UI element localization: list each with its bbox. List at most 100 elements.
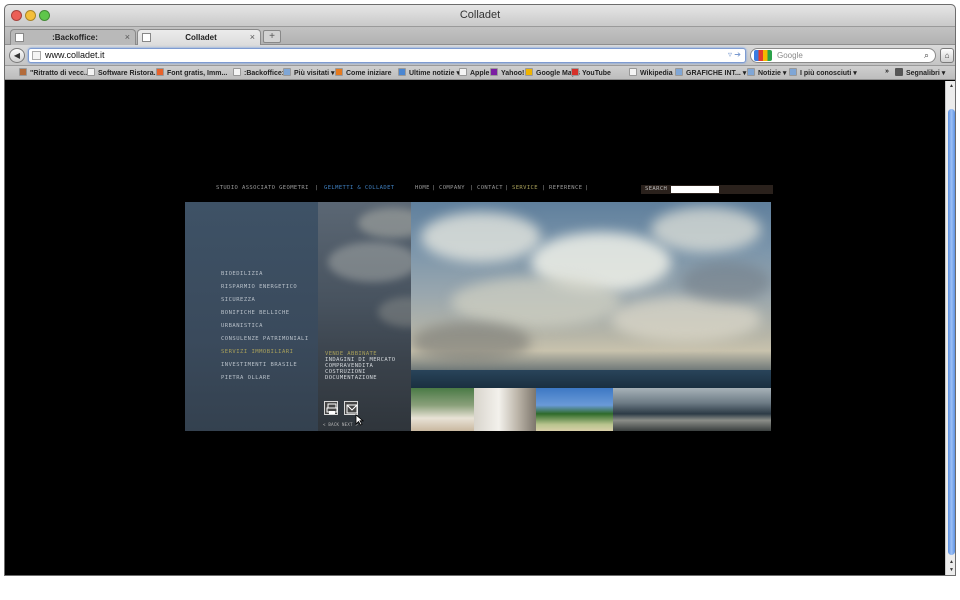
menu-item[interactable]: SICUREZZA (221, 297, 255, 303)
bookmark-item[interactable]: Come iniziare (335, 68, 392, 77)
rss-icon (398, 68, 406, 76)
maps-icon (525, 68, 533, 76)
bookmark-item[interactable]: Font gratis, Imm... (156, 68, 227, 77)
bookmark-label: Wikipedia (640, 70, 673, 77)
menu-item[interactable]: SERVIZI IMMOBILIARI (221, 349, 293, 355)
bookmark-item[interactable]: Software Ristora... (87, 68, 159, 77)
url-bar[interactable]: www.colladet.it ▿ ➔ (28, 48, 746, 63)
bookmark-item[interactable]: Notizie ▾ (747, 68, 786, 77)
bookmark-item[interactable]: Ultime notizie ▾ (398, 68, 460, 77)
go-arrow-icon[interactable]: ▿ ➔ (728, 50, 741, 59)
bookmark-label: Ultime notizie ▾ (409, 70, 460, 77)
bookmark-item[interactable]: I più conosciuti ▾ (789, 68, 857, 77)
bookmark-label: I più conosciuti ▾ (800, 70, 857, 77)
bookmarks-bar: » Segnalibri ▾ "Ritratto di vecc... Softw… (5, 66, 955, 80)
tab-close-icon[interactable]: × (250, 32, 255, 42)
nav-separator: | (542, 185, 546, 191)
new-tab-button[interactable]: + (263, 30, 281, 43)
site-search-input[interactable] (671, 186, 719, 193)
nav-link-contact[interactable]: CONTACT (477, 185, 503, 191)
scrollbar-thumb[interactable] (948, 109, 955, 555)
url-text[interactable]: www.colladet.it (45, 50, 105, 60)
bookmark-label: Font gratis, Imm... (167, 70, 228, 77)
menu-item[interactable]: RISPARMIO ENERGETICO (221, 284, 297, 290)
bookmark-label: "Ritratto di vecc... (30, 70, 90, 77)
mouse-cursor-icon (355, 414, 364, 426)
bookmark-label: Software Ristora... (98, 70, 160, 77)
submenu-item[interactable]: DOCUMENTAZIONE (325, 375, 377, 381)
window-title: Colladet (459, 9, 501, 21)
vertical-scrollbar[interactable]: ▲ ▲ ▼ (945, 81, 955, 575)
back-next-nav[interactable]: < BACK NEXT > (323, 422, 358, 427)
menu-column (185, 202, 318, 431)
menu-item[interactable]: INVESTIMENTI BRASILE (221, 362, 297, 368)
google-icon[interactable] (754, 50, 772, 61)
site-search-label: SEARCH (645, 186, 668, 192)
nav-link-reference[interactable]: REFERENCE (549, 185, 582, 191)
bookmarks-overflow[interactable]: » (885, 68, 889, 75)
nav-link-home[interactable]: HOME (415, 185, 430, 191)
bookmark-item[interactable]: GRAFICHE INT... ▾ (675, 68, 746, 77)
thumbnail-beach[interactable] (536, 388, 613, 431)
menu-item[interactable]: BIOEDILIZIA (221, 271, 263, 277)
nav-separator: | (470, 185, 474, 191)
bookmarks-menu-button[interactable]: Segnalibri ▾ (895, 68, 945, 77)
bookmark-label: Yahoo! (501, 70, 525, 77)
search-icon[interactable]: ⌕ (924, 50, 929, 61)
nav-link-company[interactable]: COMPANY (439, 185, 465, 191)
menu-item[interactable]: URBANISTICA (221, 323, 263, 329)
bookmark-label: Come iniziare (346, 70, 392, 77)
thumbnail-bedroom[interactable] (474, 388, 536, 431)
font-icon (156, 68, 164, 76)
thumbnail-villa[interactable] (411, 388, 474, 431)
web-content: STUDIO ASSOCIATO GEOMETRI | GELMETTI & C… (5, 81, 945, 575)
browser-search-box[interactable]: Google ⌕ (750, 48, 936, 63)
print-icon (326, 403, 338, 414)
bookmark-item[interactable]: :Backoffice: (233, 68, 284, 77)
site-brand-names: GELMETTI & COLLADET (324, 185, 395, 191)
bookmark-item[interactable]: Più visitati ▾ (283, 68, 334, 77)
title-bar: Colladet (5, 5, 955, 27)
site-brand: STUDIO ASSOCIATO GEOMETRI (216, 185, 309, 191)
tab-close-icon[interactable]: × (125, 32, 130, 42)
nav-separator: | (505, 185, 509, 191)
bookmark-label: Più visitati ▾ (294, 70, 335, 77)
bookmark-label: :Backoffice: (244, 70, 285, 77)
page-icon (87, 68, 95, 76)
search-placeholder: Google (777, 51, 803, 60)
menu-item[interactable]: BONIFICHE BELLICHE (221, 310, 290, 316)
tab-label: :Backoffice: (52, 33, 98, 42)
sky-photo (411, 202, 771, 388)
site-identity-icon[interactable] (32, 51, 41, 60)
tab-backoffice[interactable]: :Backoffice: × (10, 29, 136, 45)
scroll-up-arrow-icon[interactable]: ▲ (949, 83, 954, 89)
bookmark-item[interactable]: Yahoo! (490, 68, 524, 77)
thumbnail-strip (411, 388, 771, 431)
bookmark-item[interactable]: "Ritratto di vecc... (19, 68, 90, 77)
bookmarks-icon (895, 68, 903, 76)
nav-separator: | (585, 185, 589, 191)
bookmark-label: GRAFICHE INT... ▾ (686, 70, 747, 77)
page-icon (142, 33, 151, 42)
bookmark-item[interactable]: Wikipedia (629, 68, 673, 77)
back-button[interactable]: ◀ (9, 48, 25, 63)
firefox-icon (335, 68, 343, 76)
print-button[interactable] (324, 401, 338, 415)
home-button[interactable]: ⌂ (940, 48, 954, 63)
scroll-down-arrow-icon[interactable]: ▼ (949, 567, 954, 573)
scroll-up-arrow-icon[interactable]: ▲ (949, 559, 954, 565)
folder-icon (789, 68, 797, 76)
tab-colladet[interactable]: Colladet × (137, 29, 261, 45)
nav-link-service[interactable]: SERVICE (512, 185, 538, 191)
page-icon (15, 33, 24, 42)
menu-item[interactable]: CONSULENZE PATRIMONIALI (221, 336, 309, 342)
email-button[interactable] (344, 401, 358, 415)
tab-bar: :Backoffice: × Colladet × + (5, 27, 955, 45)
navigation-bar: ◀ www.colladet.it ▿ ➔ Google ⌕ ⌂ (5, 45, 955, 66)
bookmark-item[interactable]: Apple (459, 68, 489, 77)
browser-window: Colladet :Backoffice: × Colladet × + ◀ w… (4, 4, 956, 576)
tab-label: Colladet (185, 33, 217, 42)
bookmark-item[interactable]: YouTube (571, 68, 611, 77)
menu-item[interactable]: PIETRA OLLARE (221, 375, 271, 381)
thumbnail-waves[interactable] (613, 388, 771, 431)
